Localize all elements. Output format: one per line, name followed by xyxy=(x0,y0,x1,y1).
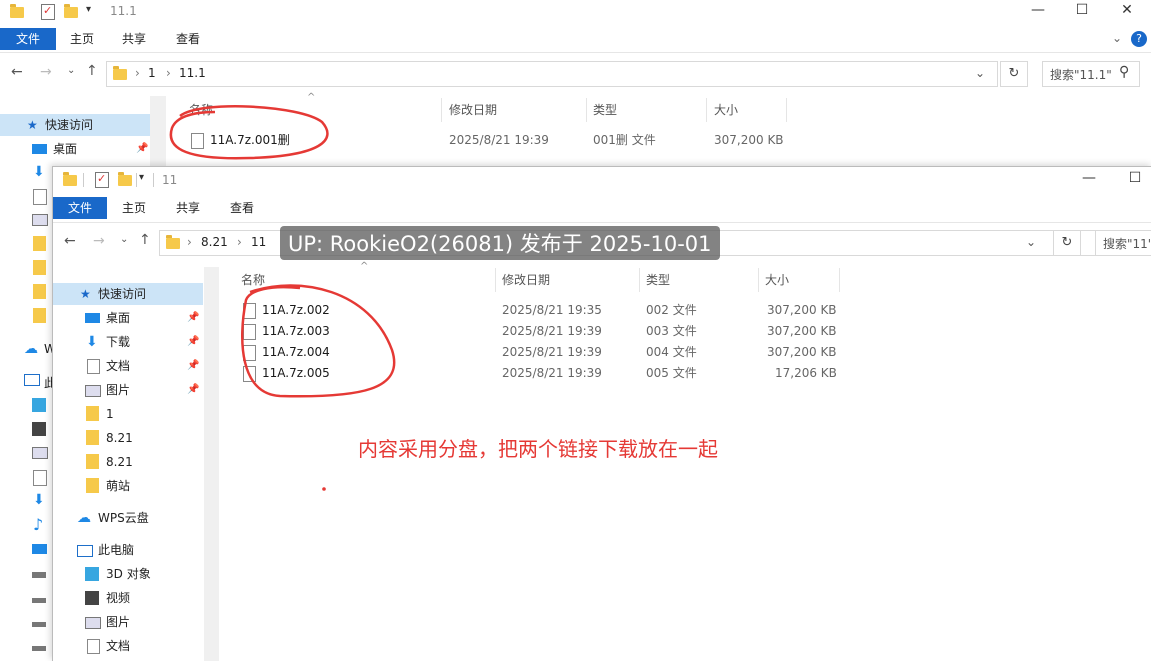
watermark-banner: UP: RookieO2(26081) 发布于 2025-10-01 xyxy=(280,226,720,260)
annotation-note: 内容采用分盘，把两个链接下载放在一起 xyxy=(358,437,718,461)
red-circle-front-files xyxy=(241,284,396,398)
red-dot xyxy=(322,487,326,491)
red-circle-annotations xyxy=(169,105,396,491)
red-circle-back-file xyxy=(169,105,329,160)
